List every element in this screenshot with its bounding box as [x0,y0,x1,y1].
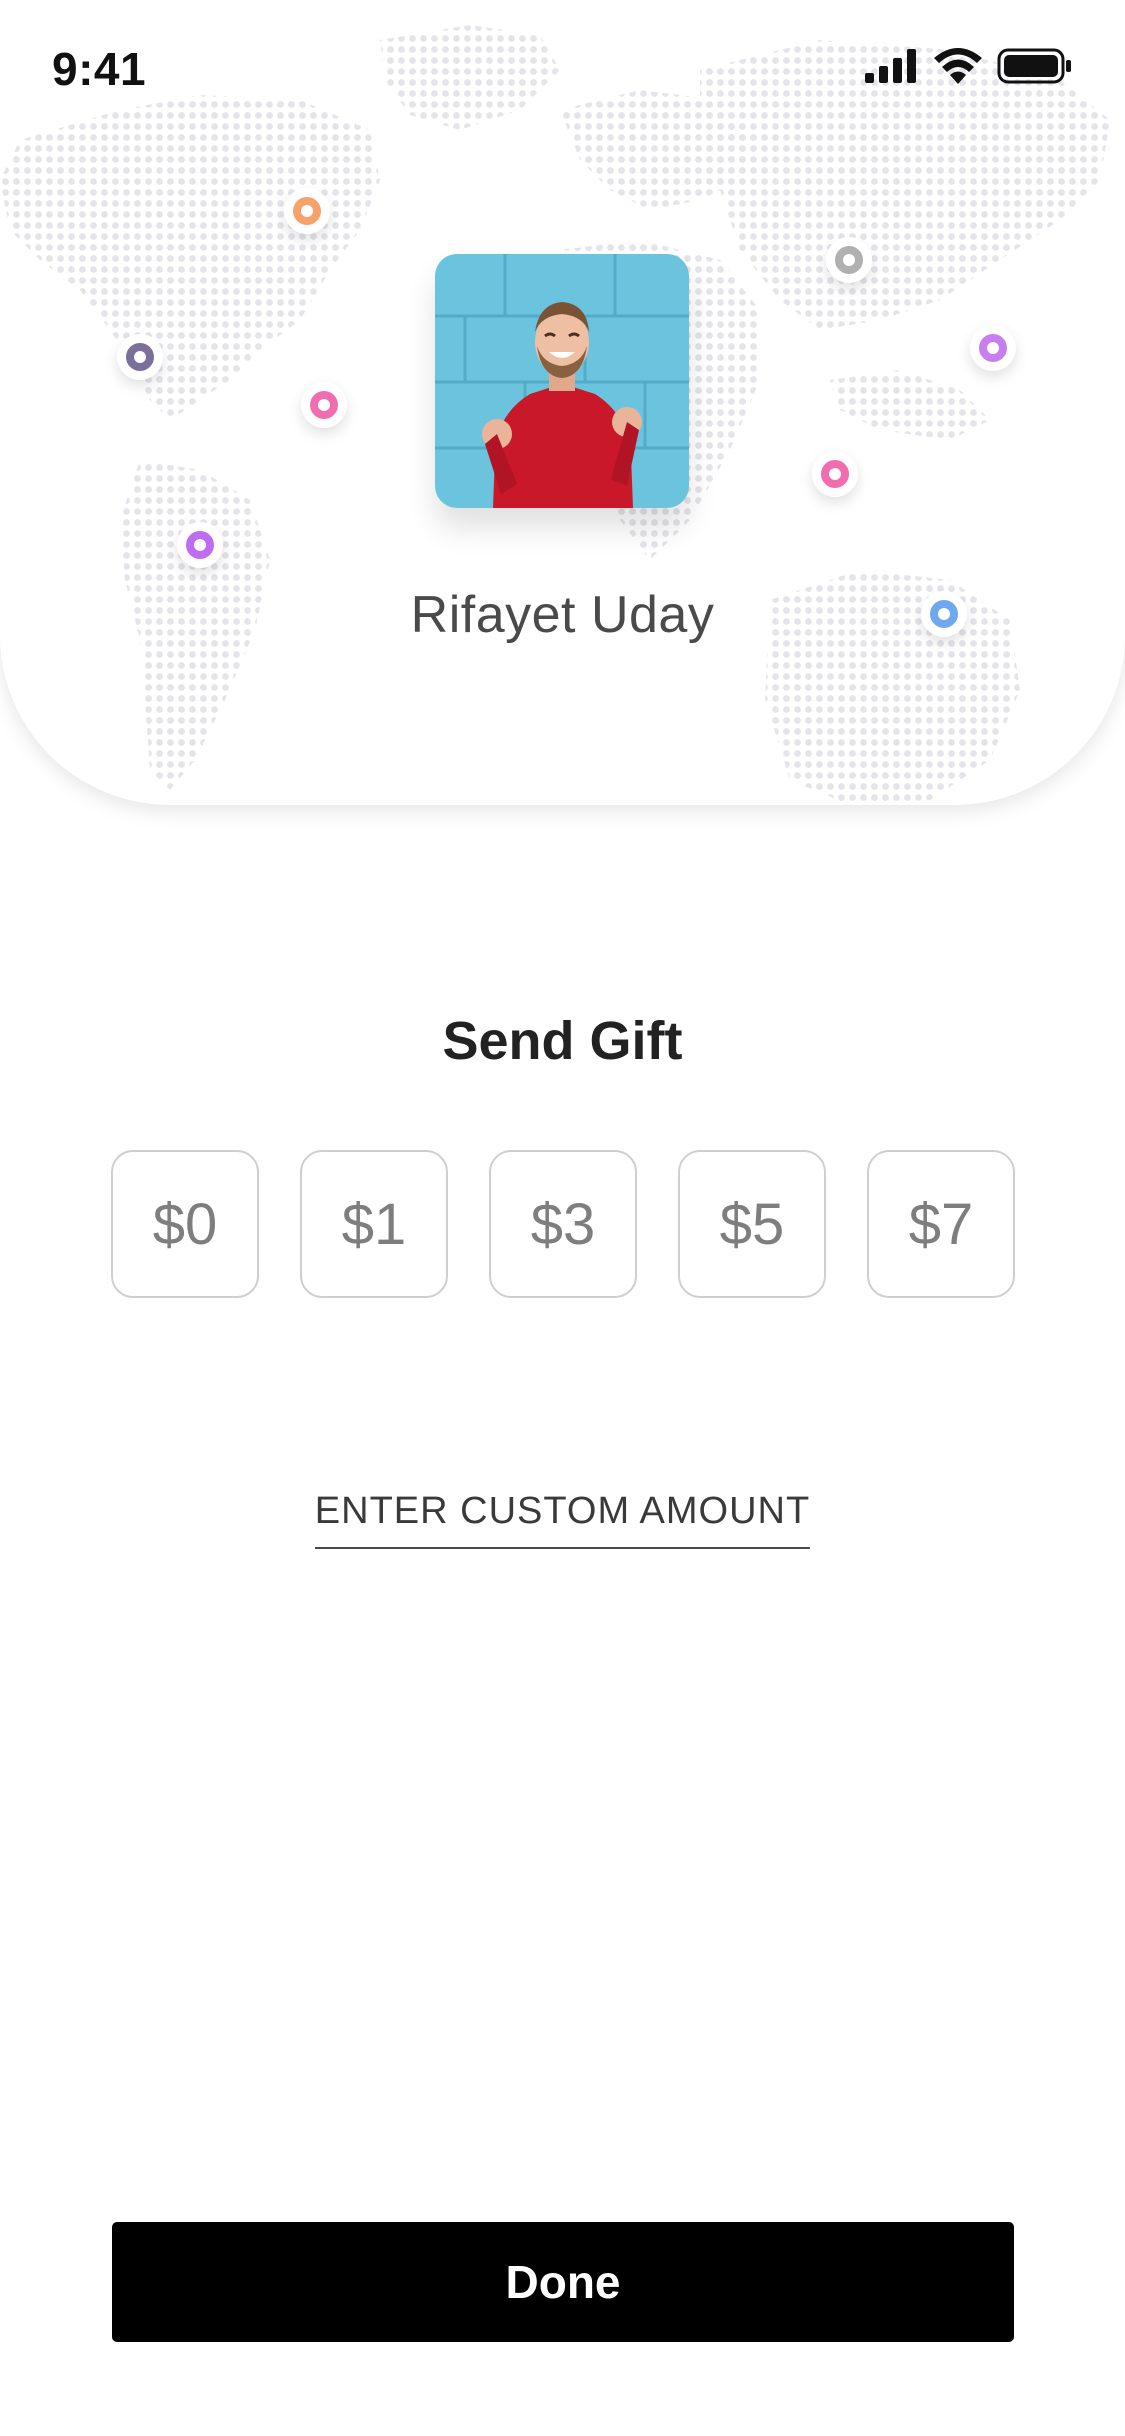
status-bar: 9:41 [0,0,1125,135]
cellular-signal-icon [865,49,916,83]
map-pin[interactable] [177,522,223,568]
map-pin[interactable] [812,451,858,497]
send-gift-screen: Rifayet Uday 9:41 Send Gift $0 $1 $3 $5 … [0,0,1125,2436]
amount-option-7[interactable]: $7 [867,1150,1015,1298]
status-time: 9:41 [52,43,147,95]
profile-photo [435,254,689,508]
map-pin[interactable] [301,382,347,428]
gift-amount-options: $0 $1 $3 $5 $7 [111,1150,1015,1298]
map-pin[interactable] [970,325,1016,371]
map-pin[interactable] [826,237,872,283]
enter-custom-amount-link[interactable]: ENTER CUSTOM AMOUNT [314,1490,811,1549]
send-gift-title: Send Gift [442,1011,683,1071]
amount-option-0[interactable]: $0 [111,1150,259,1298]
status-icons [865,48,1073,84]
map-pin[interactable] [117,334,163,380]
map-pin[interactable] [284,188,330,234]
battery-icon [997,48,1071,84]
profile-name: Rifayet Uday [410,586,715,644]
wifi-icon [934,48,982,84]
done-button[interactable]: Done [112,2222,1014,2342]
amount-option-3[interactable]: $3 [489,1150,637,1298]
amount-option-1[interactable]: $1 [300,1150,448,1298]
amount-option-5[interactable]: $5 [678,1150,826,1298]
custom-amount-container: ENTER CUSTOM AMOUNT [0,1490,1125,1549]
